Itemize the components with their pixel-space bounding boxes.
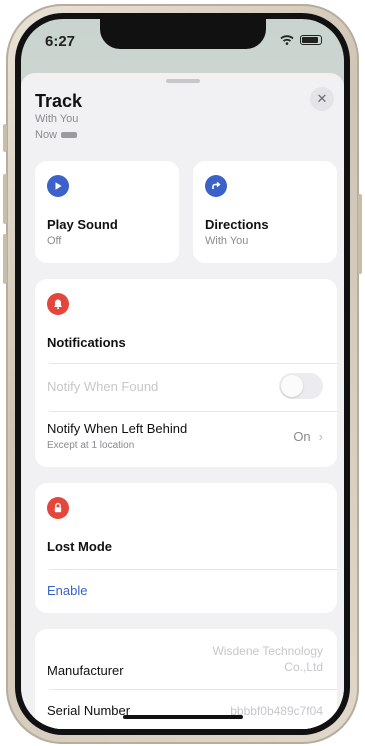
directions-button[interactable]: Directions With You — [193, 161, 337, 263]
divider — [49, 569, 337, 570]
volume-down-button — [3, 234, 7, 284]
directions-status: With You — [205, 235, 249, 247]
play-icon — [47, 175, 69, 197]
item-detail-sheet: ✕ Track With You Now Play Sound Off Dire… — [21, 73, 344, 729]
status-icons — [280, 35, 322, 45]
sheet-grabber[interactable] — [165, 79, 200, 83]
home-indicator[interactable] — [122, 715, 243, 719]
close-button[interactable]: ✕ — [310, 87, 334, 111]
lock-icon — [47, 497, 69, 519]
notify-left-behind-state: On — [293, 429, 311, 444]
divider — [49, 411, 337, 412]
enable-lost-mode-link[interactable]: Enable — [47, 583, 87, 598]
phone-frame: 6:27 ✕ Track With You Now Play Sound Off… — [3, 4, 362, 744]
notch — [99, 19, 266, 49]
chevron-right-icon: › — [318, 429, 323, 444]
directions-icon — [205, 175, 227, 197]
notify-when-found-toggle[interactable] — [279, 373, 323, 399]
wifi-icon — [280, 35, 294, 45]
page-title: Track — [35, 91, 83, 111]
mute-switch — [3, 124, 7, 152]
notify-left-behind-label[interactable]: Notify When Left Behind — [47, 421, 187, 436]
screen: 6:27 ✕ Track With You Now Play Sound Off… — [21, 19, 344, 729]
location-subtitle: With You — [35, 113, 79, 125]
lost-mode-title: Lost Mode — [47, 539, 112, 554]
play-sound-label: Play Sound — [47, 217, 118, 232]
status-time: 6:27 — [45, 33, 76, 50]
notify-left-behind-sub: Except at 1 location — [47, 440, 135, 451]
battery-icon — [300, 35, 322, 45]
divider — [49, 689, 337, 690]
phone-bezel: 6:27 ✕ Track With You Now Play Sound Off… — [15, 13, 350, 735]
manufacturer-label: Manufacturer — [47, 663, 124, 678]
notify-left-behind-value[interactable]: On › — [293, 429, 323, 444]
play-sound-status: Off — [47, 235, 62, 247]
divider — [49, 363, 337, 364]
battery-row: Now — [35, 129, 78, 141]
serial-number-value: bbbbf0b489c7f04 — [230, 704, 323, 718]
directions-label: Directions — [205, 217, 269, 232]
volume-up-button — [3, 174, 7, 224]
notifications-title: Notifications — [47, 335, 126, 350]
lost-mode-section: Lost Mode Enable — [35, 483, 337, 613]
serial-number-label: Serial Number — [47, 703, 131, 718]
device-info-section: Wisdene Technology Co.,Ltd Manufacturer … — [35, 629, 337, 729]
toggle-knob — [281, 375, 303, 397]
notify-when-found-label: Notify When Found — [47, 379, 159, 394]
close-icon: ✕ — [316, 91, 328, 106]
item-battery-icon — [61, 132, 78, 138]
bell-icon — [47, 293, 69, 315]
notifications-section: Notifications Notify When Found Notify W… — [35, 279, 337, 467]
play-sound-button[interactable]: Play Sound Off — [35, 161, 179, 263]
manufacturer-value: Wisdene Technology Co.,Ltd — [212, 643, 323, 675]
manufacturer-value-line2: Co.,Ltd — [284, 660, 323, 674]
manufacturer-value-line1: Wisdene Technology — [212, 644, 323, 658]
now-label: Now — [35, 129, 58, 141]
power-button — [358, 194, 362, 274]
